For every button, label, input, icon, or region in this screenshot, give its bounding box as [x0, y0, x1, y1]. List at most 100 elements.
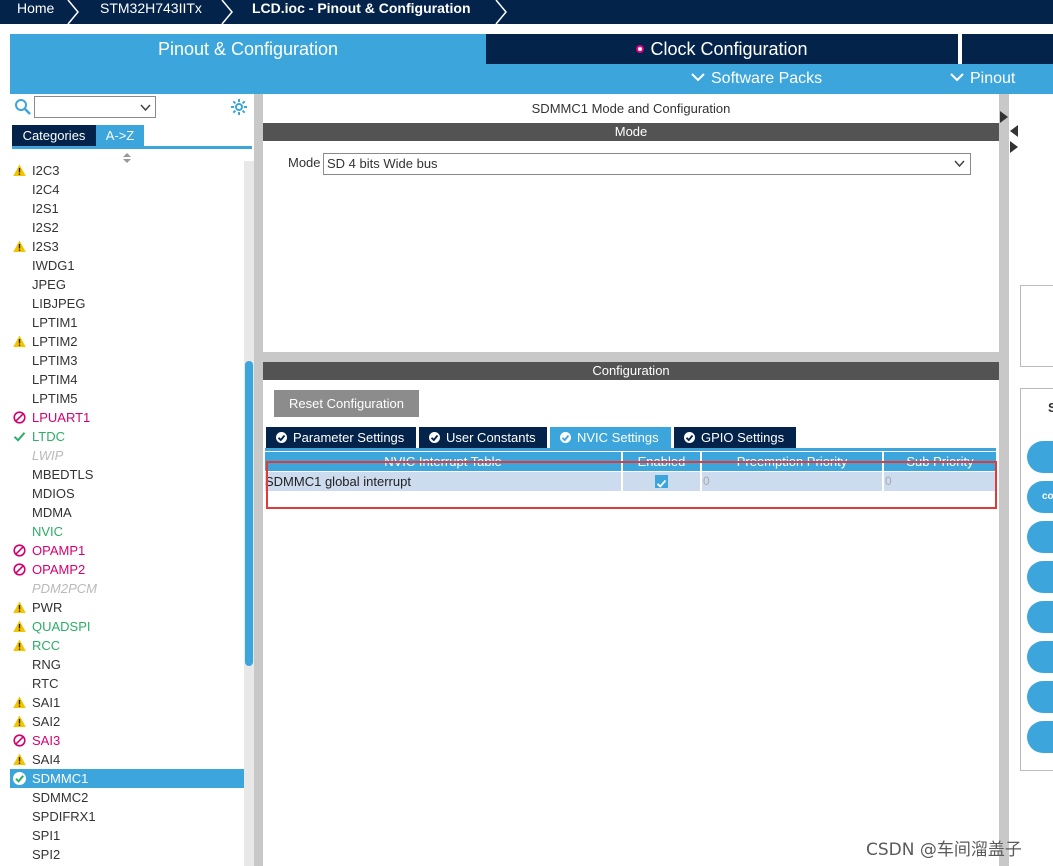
sidebar-item-label: OPAMP1 [32, 543, 86, 558]
sidebar-item-lptim3[interactable]: LPTIM3 [10, 351, 244, 370]
sidebar-item-label: SDMMC1 [32, 771, 89, 786]
tab-more[interactable] [962, 34, 1053, 64]
tab-gpio-settings[interactable]: GPIO Settings [674, 427, 796, 448]
sidebar-item-rng[interactable]: RNG [10, 655, 244, 674]
tab-categories[interactable]: Categories [12, 125, 96, 146]
sidebar-item-opamp2[interactable]: OPAMP2 [10, 560, 244, 579]
breadcrumb-device[interactable]: STM32H743IITx [100, 0, 202, 24]
sidebar-item-label: LPTIM5 [32, 391, 78, 406]
sidebar-item-pwr[interactable]: PWR [10, 598, 244, 617]
sidebar-item-mdios[interactable]: MDIOS [10, 484, 244, 503]
sidebar-item-sdmmc1[interactable]: SDMMC1 [10, 769, 244, 788]
right-action-button[interactable] [1027, 561, 1053, 593]
sidebar-item-quadspi[interactable]: QUADSPI [10, 617, 244, 636]
warning-icon [13, 620, 26, 632]
modified-dot-icon [636, 44, 645, 53]
mode-select[interactable]: SD 4 bits Wide bus [323, 153, 971, 175]
main-tabbar: Pinout & Configuration Clock Configurati… [10, 34, 1053, 64]
reset-configuration-button[interactable]: Reset Configuration [274, 390, 419, 417]
sidebar-item-spdifrx1[interactable]: SPDIFRX1 [10, 807, 244, 826]
chevron-down-icon [140, 104, 151, 111]
tab-clock-configuration[interactable]: Clock Configuration [486, 34, 960, 64]
sidebar-item-sai2[interactable]: SAI2 [10, 712, 244, 731]
sidebar-item-lwip[interactable]: LWIP [10, 446, 244, 465]
right-action-button[interactable] [1027, 441, 1053, 473]
software-packs-label: Software Packs [711, 70, 823, 87]
chevron-down-icon [691, 73, 705, 82]
tab-label: NVIC Settings [577, 430, 659, 445]
tab-a-to-z[interactable]: A->Z [96, 125, 144, 146]
sidebar-item-pdm2pcm[interactable]: PDM2PCM [10, 579, 244, 598]
peripheral-list: I2C3 I2C4 I2S1 I2S2 I2S3 IWDG1 JPEG LIBJPEG LPTI… [10, 161, 244, 864]
sidebar-item-i2s3[interactable]: I2S3 [10, 237, 244, 256]
sidebar-item-iwdg1[interactable]: IWDG1 [10, 256, 244, 275]
tab-parameter-settings[interactable]: Parameter Settings [266, 427, 416, 448]
sidebar-item-lptim5[interactable]: LPTIM5 [10, 389, 244, 408]
sidebar-item-sai1[interactable]: SAI1 [10, 693, 244, 712]
sidebar-item-label: LPTIM2 [32, 334, 78, 349]
sidebar-item-lptim1[interactable]: LPTIM1 [10, 313, 244, 332]
sidebar-item-i2c3[interactable]: I2C3 [10, 161, 244, 180]
section-splitter[interactable] [263, 352, 999, 362]
breadcrumb-home[interactable]: Home [17, 0, 54, 24]
list-scrollbar[interactable] [244, 161, 254, 866]
caret-right-icon[interactable] [1009, 140, 1019, 154]
sidebar-item-i2s1[interactable]: I2S1 [10, 199, 244, 218]
sidebar-item-rtc[interactable]: RTC [10, 674, 244, 693]
tab-label: Parameter Settings [293, 430, 405, 445]
splitter-right[interactable] [999, 94, 1009, 866]
sidebar-item-label: I2C3 [32, 163, 60, 178]
sidebar-item-label: SAI3 [32, 733, 61, 748]
sidebar-item-lptim2[interactable]: LPTIM2 [10, 332, 244, 351]
sidebar-item-spi1[interactable]: SPI1 [10, 826, 244, 845]
sidebar-item-ltdc[interactable]: LTDC [10, 427, 244, 446]
disabled-icon [13, 563, 26, 576]
sidebar-item-libjpeg[interactable]: LIBJPEG [10, 294, 244, 313]
right-action-button[interactable] [1027, 681, 1053, 713]
sidebar-item-label: LPTIM3 [32, 353, 78, 368]
breadcrumb: Home STM32H743IITx LCD.ioc - Pinout & Co… [0, 0, 1053, 24]
search-combobox[interactable] [34, 96, 156, 118]
watermark: CSDN @车间溜盖子 [866, 840, 1022, 860]
breadcrumb-file[interactable]: LCD.ioc - Pinout & Configuration [252, 0, 471, 24]
sidebar-item-lpuart1[interactable]: LPUART1 [10, 408, 244, 427]
right-action-button[interactable] [1027, 721, 1053, 753]
panel-title: SDMMC1 Mode and Configuration [531, 101, 731, 116]
software-packs-menu[interactable]: Software Packs [691, 64, 822, 94]
sidebar-item-i2c4[interactable]: I2C4 [10, 180, 244, 199]
tab-pinout-configuration[interactable]: Pinout & Configuration [10, 34, 486, 64]
pinout-menu[interactable]: Pinout [950, 64, 1015, 94]
gear-icon[interactable] [230, 98, 248, 116]
sidebar-item-lptim4[interactable]: LPTIM4 [10, 370, 244, 389]
scrollbar-thumb[interactable] [245, 361, 253, 666]
right-action-button[interactable] [1027, 521, 1053, 553]
sidebar-item-label: RTC [32, 676, 59, 691]
caret-right-icon[interactable] [999, 110, 1009, 124]
tab-nvic-settings[interactable]: NVIC Settings [550, 427, 671, 448]
tab-underline [265, 448, 996, 451]
tab-underline [12, 146, 252, 149]
right-action-button[interactable] [1027, 641, 1053, 673]
sidebar-item-mdma[interactable]: MDMA [10, 503, 244, 522]
sidebar-item-nvic[interactable]: NVIC [10, 522, 244, 541]
right-action-button[interactable]: co [1027, 481, 1053, 513]
sidebar-item-mbedtls[interactable]: MBEDTLS [10, 465, 244, 484]
warning-icon [13, 240, 26, 252]
sidebar-item-label: LWIP [32, 448, 64, 463]
splitter-left[interactable] [254, 94, 263, 866]
sidebar-item-i2s2[interactable]: I2S2 [10, 218, 244, 237]
sidebar-item-label: LTDC [32, 429, 65, 444]
tab-user-constants[interactable]: User Constants [419, 427, 547, 448]
sidebar-item-label: SPI1 [32, 828, 61, 843]
sidebar-item-sdmmc2[interactable]: SDMMC2 [10, 788, 244, 807]
sidebar-item-opamp1[interactable]: OPAMP1 [10, 541, 244, 560]
right-action-button[interactable] [1027, 601, 1053, 633]
sidebar-item-sai4[interactable]: SAI4 [10, 750, 244, 769]
sidebar-item-jpeg[interactable]: JPEG [10, 275, 244, 294]
search-icon[interactable] [14, 98, 32, 116]
sidebar-item-rcc[interactable]: RCC [10, 636, 244, 655]
sidebar-item-sai3[interactable]: SAI3 [10, 731, 244, 750]
tab-label: GPIO Settings [701, 430, 785, 445]
sidebar-item-spi2[interactable]: SPI2 [10, 845, 244, 864]
caret-left-icon[interactable] [1009, 124, 1019, 138]
